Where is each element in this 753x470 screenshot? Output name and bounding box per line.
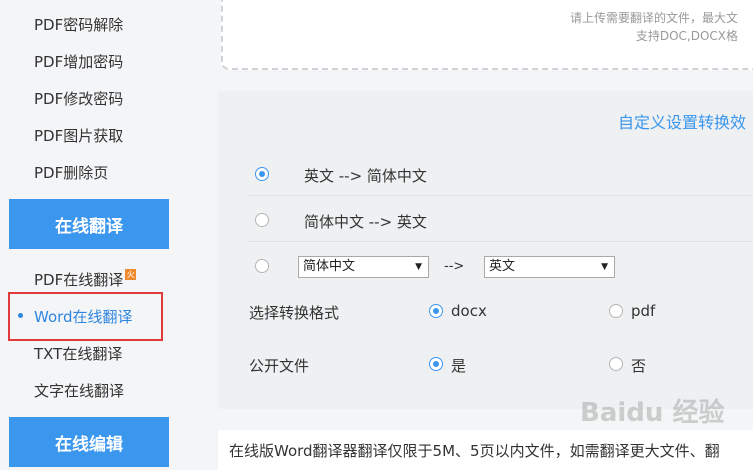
format-docx-label: docx xyxy=(451,302,487,320)
format-pdf-label: pdf xyxy=(631,302,656,320)
settings-title[interactable]: 自定义设置转换效 xyxy=(618,109,746,133)
upload-hint-line1: 请上传需要翻译的文件，最大文 xyxy=(569,11,738,25)
sidebar-item-label: PDF在线翻译 xyxy=(34,271,124,289)
radio-public-yes[interactable] xyxy=(429,357,443,371)
section-header-edit[interactable]: 在线编辑 xyxy=(9,417,169,467)
target-language-value: 英文 xyxy=(489,259,516,274)
option-zh-to-en-label: 简体中文 --> 英文 xyxy=(304,213,427,231)
language-arrow: --> xyxy=(444,259,465,274)
sidebar-item-pdf-extract-images[interactable]: PDF图片获取 xyxy=(34,125,123,146)
sidebar-item-text-translate[interactable]: 文字在线翻译 xyxy=(34,380,124,401)
format-label: 选择转换格式 xyxy=(249,304,340,322)
radio-zh-to-en[interactable] xyxy=(255,213,269,227)
public-yes-label: 是 xyxy=(451,357,467,375)
source-language-value: 简体中文 xyxy=(303,259,356,274)
sidebar-item-pdf-change-password[interactable]: PDF修改密码 xyxy=(34,88,123,109)
upload-dropzone[interactable]: 请上传需要翻译的文件，最大文 支持DOC,DOCX格 xyxy=(221,0,753,70)
option-en-to-zh-label: 英文 --> 简体中文 xyxy=(304,167,427,185)
source-language-select[interactable]: 简体中文 ▼ xyxy=(298,256,429,278)
chevron-down-icon: ▼ xyxy=(415,262,422,272)
divider xyxy=(248,195,753,196)
sidebar-item-pdf-add-password[interactable]: PDF增加密码 xyxy=(34,51,123,72)
radio-custom-pair[interactable] xyxy=(255,259,269,273)
highlight-box xyxy=(8,292,163,341)
radio-public-no[interactable] xyxy=(609,357,623,371)
hot-badge-icon: 火 xyxy=(125,269,137,280)
sidebar-item-txt-translate[interactable]: TXT在线翻译 xyxy=(34,343,122,364)
section-header-translate[interactable]: 在线翻译 xyxy=(9,199,169,249)
public-no-label: 否 xyxy=(631,357,647,375)
sidebar-item-pdf-translate[interactable]: PDF在线翻译火 xyxy=(34,269,137,290)
sidebar-item-pdf-delete-pages[interactable]: PDF删除页 xyxy=(34,162,108,183)
divider xyxy=(248,241,753,242)
notice-bar: 在线版Word翻译器翻译仅限于5M、5页以内文件，如需翻译更大文件、翻 xyxy=(218,430,753,470)
upload-hint-line2: 支持DOC,DOCX格 xyxy=(635,29,738,43)
sidebar-item-pdf-remove-password[interactable]: PDF密码解除 xyxy=(34,14,123,35)
radio-format-docx[interactable] xyxy=(429,304,443,318)
radio-en-to-zh[interactable] xyxy=(255,167,269,181)
public-file-label: 公开文件 xyxy=(249,357,310,375)
notice-text: 在线版Word翻译器翻译仅限于5M、5页以内文件，如需翻译更大文件、翻 xyxy=(229,442,720,460)
settings-panel: 自定义设置转换效 英文 --> 简体中文 简体中文 --> 英文 简体中文 ▼ … xyxy=(218,91,753,409)
sidebar: PDF密码解除 PDF增加密码 PDF修改密码 PDF图片获取 PDF删除页 在… xyxy=(0,0,178,467)
watermark: Baidu 经验 xyxy=(580,398,725,428)
radio-format-pdf[interactable] xyxy=(609,304,623,318)
target-language-select[interactable]: 英文 ▼ xyxy=(484,256,615,278)
chevron-down-icon: ▼ xyxy=(601,262,608,272)
